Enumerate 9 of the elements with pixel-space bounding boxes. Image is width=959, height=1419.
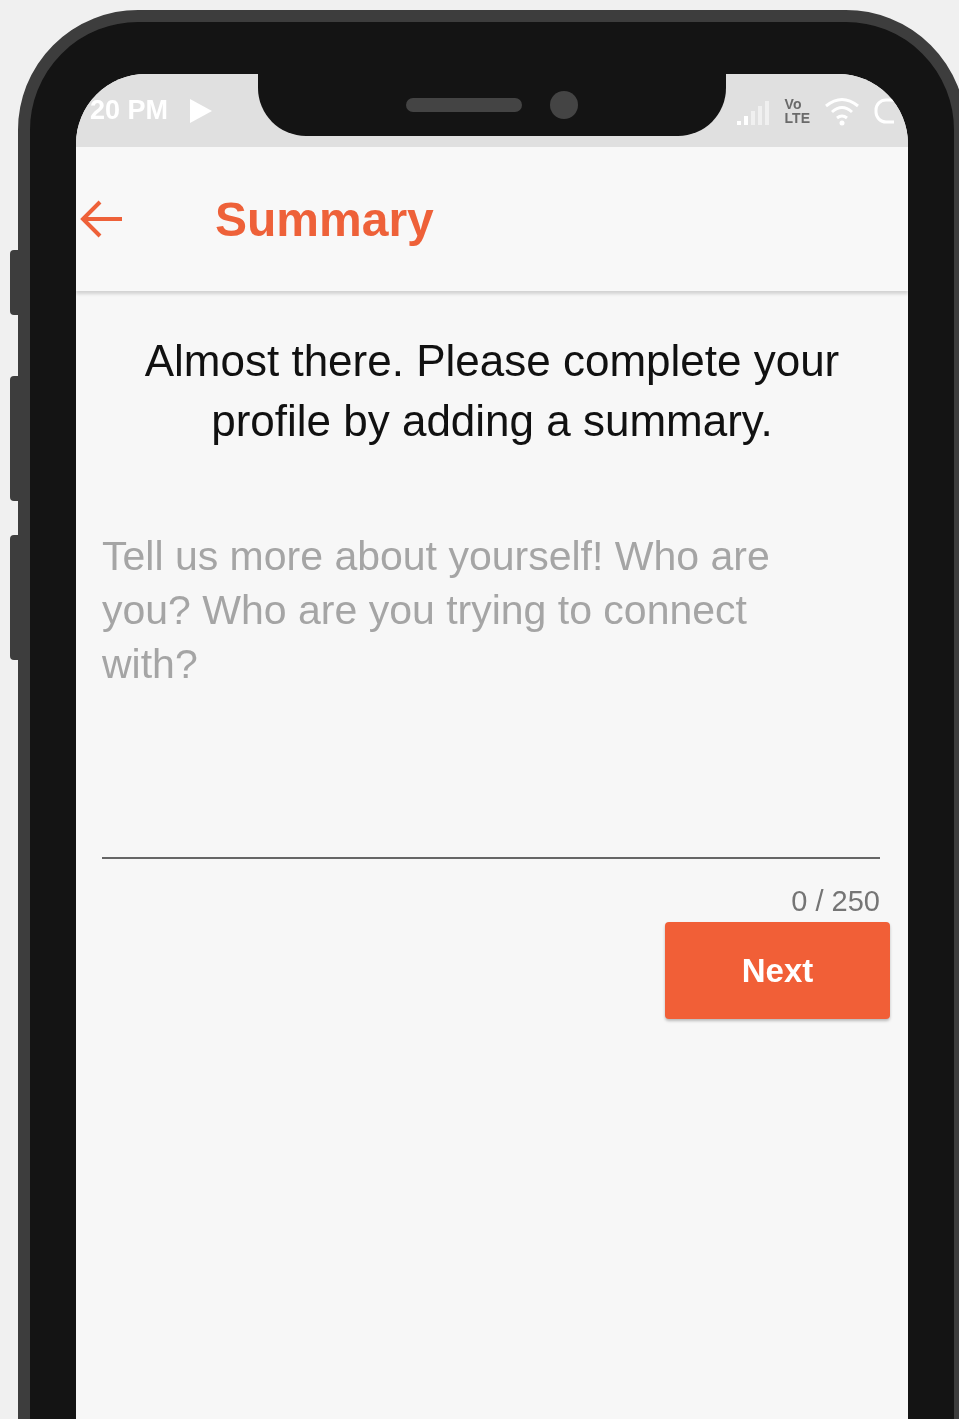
network-type: Vo LTE: [784, 96, 810, 125]
summary-input[interactable]: Tell us more about yourself! Who are you? Who are you trying to connect with?: [102, 529, 880, 859]
back-arrow-icon: [80, 199, 124, 239]
character-counter: 0 / 250: [791, 885, 880, 918]
heading: Almost there. Please complete your profile by adding a summary.: [143, 335, 841, 447]
wifi-icon: [824, 95, 860, 126]
front-camera: [550, 91, 578, 119]
next-button[interactable]: Next: [665, 922, 890, 1019]
page-title: Summary: [215, 191, 434, 247]
